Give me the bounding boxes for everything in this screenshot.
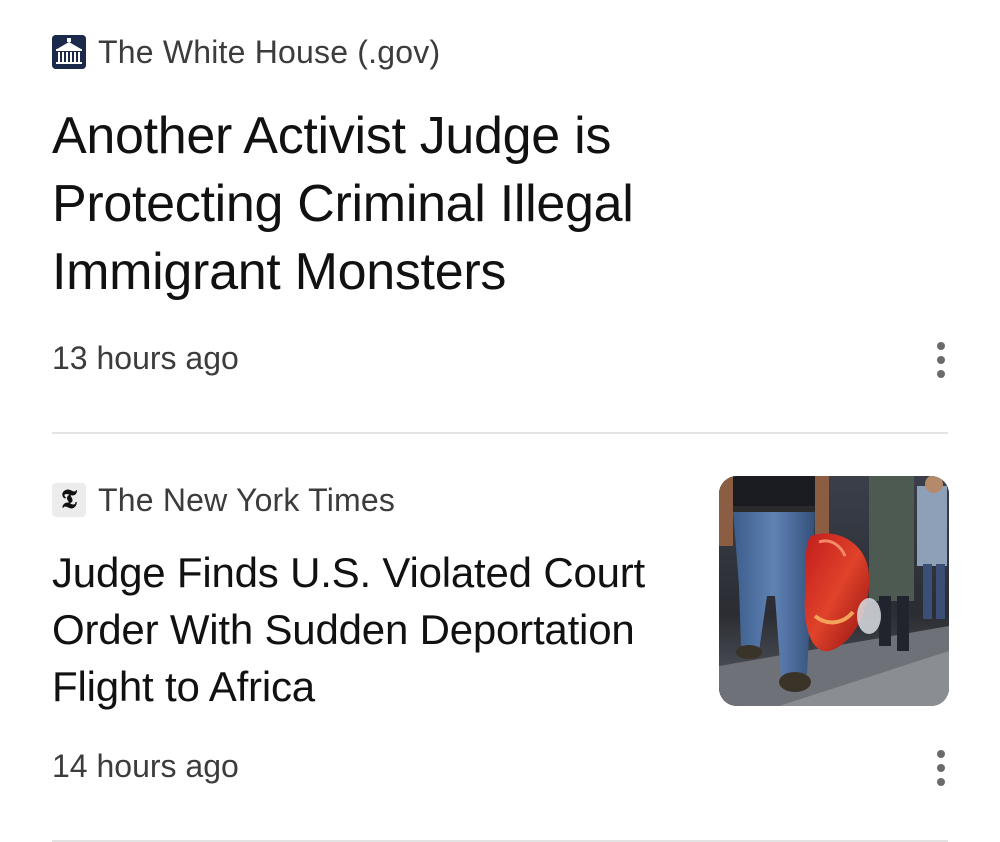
source-row: 𝕿 The New York Times (52, 480, 395, 520)
nyt-logo-glyph: 𝕿 (61, 485, 77, 515)
article-headline[interactable]: Judge Finds U.S. Violated Court Order Wi… (52, 544, 672, 715)
source-row: The White House (.gov) (52, 32, 440, 72)
nyt-icon: 𝕿 (52, 483, 86, 517)
white-house-icon (52, 35, 86, 69)
more-vert-icon (937, 356, 945, 364)
more-vert-icon (937, 764, 945, 772)
more-options-button[interactable] (922, 336, 960, 384)
source-name[interactable]: The New York Times (98, 480, 395, 520)
news-card[interactable]: 𝕿 The New York Times Judge Finds U.S. Vi… (0, 434, 1000, 842)
article-thumbnail[interactable] (719, 476, 949, 706)
article-timestamp: 14 hours ago (52, 748, 239, 784)
source-name[interactable]: The White House (.gov) (98, 32, 440, 72)
more-options-button[interactable] (922, 744, 960, 792)
more-vert-icon (937, 342, 945, 350)
deportation-photo-image (719, 476, 949, 706)
more-vert-icon (937, 370, 945, 378)
article-headline[interactable]: Another Activist Judge is Protecting Cri… (52, 102, 752, 306)
news-card[interactable]: The White House (.gov) Another Activist … (0, 0, 1000, 434)
article-timestamp: 13 hours ago (52, 340, 239, 376)
more-vert-icon (937, 750, 945, 758)
more-vert-icon (937, 778, 945, 786)
